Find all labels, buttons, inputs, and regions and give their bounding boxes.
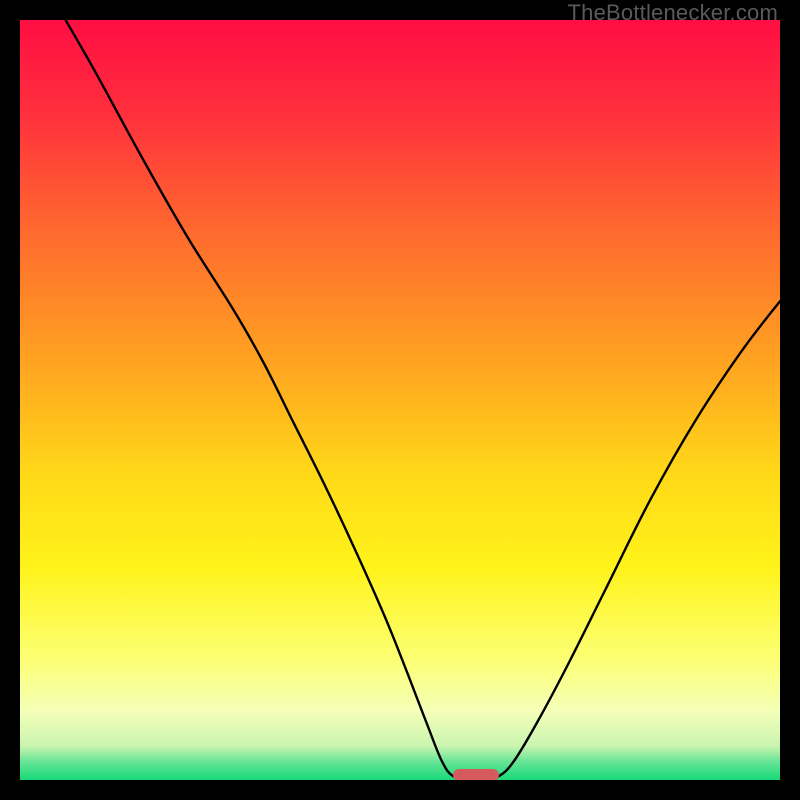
optimal-range-marker: [453, 769, 499, 780]
plot-area: [20, 20, 780, 780]
chart-frame: TheBottlenecker.com: [0, 0, 800, 800]
bottleneck-curve: [20, 20, 780, 780]
